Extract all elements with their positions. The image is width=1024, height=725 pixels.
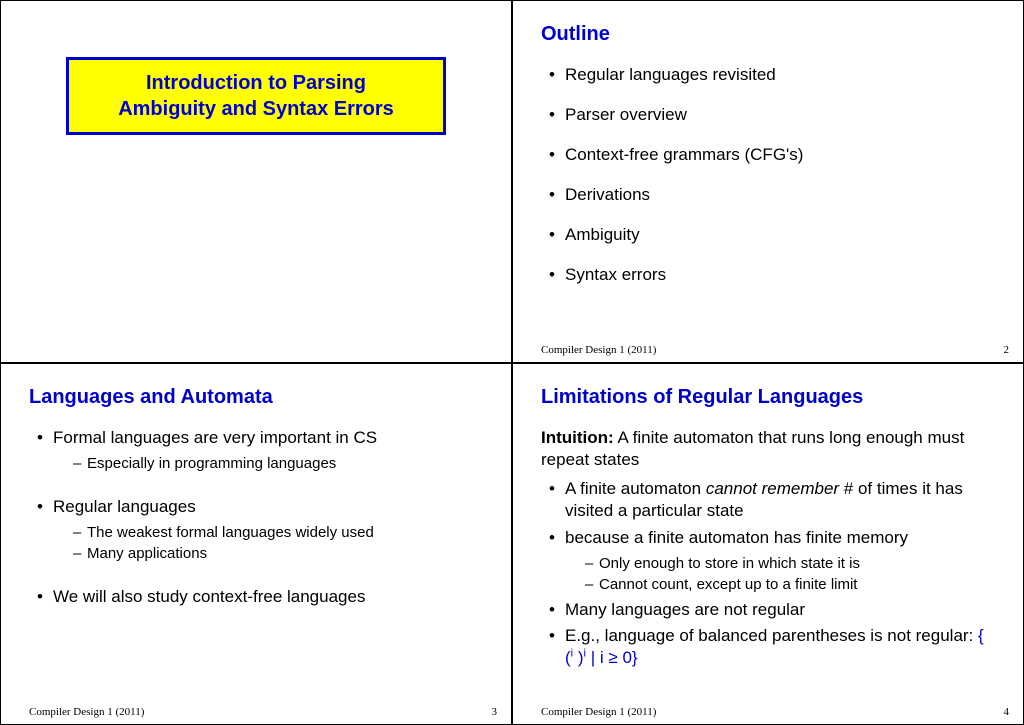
set-bar: | i — [586, 648, 608, 667]
set-mid: ) — [573, 648, 583, 667]
list-item: E.g., language of balanced parentheses i… — [549, 625, 995, 669]
slide-4: Limitations of Regular Languages Intuiti… — [512, 363, 1024, 725]
bullet-text-b: cannot remember — [706, 479, 839, 498]
list-item: because a finite automaton has finite me… — [549, 527, 995, 595]
sub-list: Especially in programming languages — [53, 453, 483, 474]
footer-text: Compiler Design 1 (2011) — [541, 344, 656, 356]
page-number: 2 — [1004, 344, 1010, 356]
content-list: Formal languages are very important in C… — [29, 427, 483, 608]
bullet-text: We will also study context-free language… — [53, 587, 365, 606]
list-item: Formal languages are very important in C… — [37, 427, 483, 474]
content-list: A finite automaton cannot remember # of … — [541, 478, 995, 669]
sub-list: Only enough to store in which state it i… — [565, 553, 995, 595]
footer-text: Compiler Design 1 (2011) — [29, 706, 144, 718]
list-item: Many languages are not regular — [549, 599, 995, 621]
list-item: Syntax errors — [549, 264, 995, 286]
sub-list: The weakest formal languages widely used… — [53, 522, 483, 564]
outline-list: Regular languages revisited Parser overv… — [541, 64, 995, 287]
title-line-2: Ambiguity and Syntax Errors — [83, 96, 429, 122]
slide-1: Introduction to Parsing Ambiguity and Sy… — [0, 0, 512, 363]
list-item: We will also study context-free language… — [37, 586, 483, 608]
slide-heading: Languages and Automata — [29, 386, 483, 409]
list-item: Regular languages revisited — [549, 64, 995, 86]
title-line-1: Introduction to Parsing — [83, 70, 429, 96]
slide-grid: Introduction to Parsing Ambiguity and Sy… — [0, 0, 1024, 725]
bullet-text-a: A finite automaton — [565, 479, 706, 498]
page-number: 3 — [492, 706, 498, 718]
sub-item: The weakest formal languages widely used — [73, 522, 483, 543]
slide-heading: Outline — [541, 23, 995, 46]
geq-symbol: ≥ — [608, 648, 617, 667]
list-item: Derivations — [549, 184, 995, 206]
intuition-label: Intuition: — [541, 428, 614, 447]
slide-2: Outline Regular languages revisited Pars… — [512, 0, 1024, 363]
bullet-text: Regular languages — [53, 497, 196, 516]
list-item: Ambiguity — [549, 224, 995, 246]
sub-item: Cannot count, except up to a finite limi… — [585, 574, 995, 595]
footer-text: Compiler Design 1 (2011) — [541, 706, 656, 718]
sub-item: Many applications — [73, 543, 483, 564]
list-item: Regular languages The weakest formal lan… — [37, 496, 483, 564]
page-number: 4 — [1004, 706, 1010, 718]
bullet-text: because a finite automaton has finite me… — [565, 528, 908, 547]
bullet-text: Many languages are not regular — [565, 600, 805, 619]
slide-3: Languages and Automata Formal languages … — [0, 363, 512, 725]
set-close: 0} — [618, 648, 638, 667]
list-item: Parser overview — [549, 104, 995, 126]
intuition-line: Intuition: A finite automaton that runs … — [541, 427, 995, 473]
list-item: A finite automaton cannot remember # of … — [549, 478, 995, 522]
title-box: Introduction to Parsing Ambiguity and Sy… — [66, 57, 446, 135]
sub-item: Only enough to store in which state it i… — [585, 553, 995, 574]
bullet-text: Formal languages are very important in C… — [53, 428, 377, 447]
slide-heading: Limitations of Regular Languages — [541, 386, 995, 409]
bullet-text-a: E.g., language of balanced parentheses i… — [565, 626, 978, 645]
list-item: Context-free grammars (CFG's) — [549, 144, 995, 166]
sub-item: Especially in programming languages — [73, 453, 483, 474]
